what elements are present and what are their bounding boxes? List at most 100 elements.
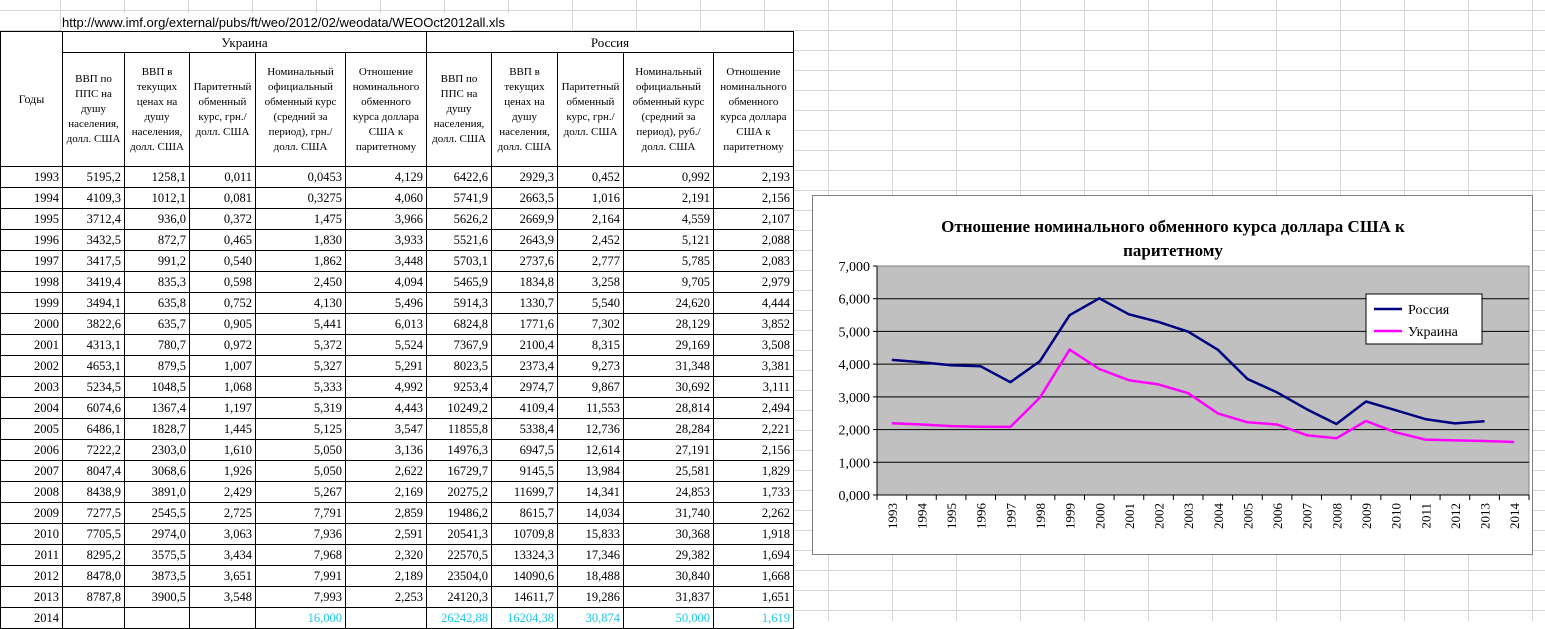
table-cell[interactable]: 4109,4 bbox=[491, 397, 558, 419]
table-cell[interactable]: 0,372 bbox=[189, 208, 256, 230]
table-cell[interactable]: 4653,1 bbox=[62, 355, 125, 377]
table-cell[interactable]: 3873,5 bbox=[124, 565, 190, 587]
table-cell[interactable]: 872,7 bbox=[124, 229, 190, 251]
table-cell[interactable]: 0,598 bbox=[189, 271, 256, 293]
year-cell[interactable]: 2008 bbox=[0, 481, 63, 503]
table-cell[interactable]: 4,443 bbox=[345, 397, 427, 419]
table-cell[interactable]: 1,926 bbox=[189, 460, 256, 482]
table-cell[interactable]: 12,736 bbox=[557, 418, 624, 440]
table-cell[interactable]: 8,315 bbox=[557, 334, 624, 356]
table-cell[interactable]: 3,548 bbox=[189, 586, 256, 608]
table-cell[interactable]: 3432,5 bbox=[62, 229, 125, 251]
table-cell[interactable]: 14976,3 bbox=[426, 439, 492, 461]
table-cell[interactable]: 2,189 bbox=[345, 565, 427, 587]
table-cell[interactable]: 3712,4 bbox=[62, 208, 125, 230]
table-cell[interactable]: 12,614 bbox=[557, 439, 624, 461]
table-cell[interactable]: 1,668 bbox=[713, 565, 794, 587]
year-cell[interactable]: 2006 bbox=[0, 439, 63, 461]
table-cell[interactable]: 6824,8 bbox=[426, 313, 492, 335]
table-cell[interactable]: 15,833 bbox=[557, 523, 624, 545]
table-cell[interactable]: 30,874 bbox=[557, 607, 624, 629]
table-cell[interactable]: 3494,1 bbox=[62, 292, 125, 314]
table-cell[interactable]: 991,2 bbox=[124, 250, 190, 272]
table-cell[interactable]: 1,445 bbox=[189, 418, 256, 440]
table-cell[interactable]: 3419,4 bbox=[62, 271, 125, 293]
table-cell[interactable]: 29,382 bbox=[623, 544, 714, 566]
table-cell[interactable]: 24120,3 bbox=[426, 586, 492, 608]
table-cell[interactable]: 2,429 bbox=[189, 481, 256, 503]
table-cell[interactable]: 6486,1 bbox=[62, 418, 125, 440]
table-cell[interactable]: 6074,6 bbox=[62, 397, 125, 419]
table-cell[interactable]: 1,007 bbox=[189, 355, 256, 377]
table-cell[interactable]: 835,3 bbox=[124, 271, 190, 293]
table-cell[interactable]: 9,867 bbox=[557, 376, 624, 398]
table-cell[interactable]: 2,083 bbox=[713, 250, 794, 272]
table-cell[interactable]: 5521,6 bbox=[426, 229, 492, 251]
table-cell[interactable]: 3,381 bbox=[713, 355, 794, 377]
column-header-ukraine-2[interactable]: ВВП в текущих ценах на душу населения, д… bbox=[124, 52, 190, 167]
table-cell[interactable]: 2,591 bbox=[345, 523, 427, 545]
column-header-russia-3[interactable]: Паритетный обменный курс, грн./долл. США bbox=[557, 52, 624, 167]
table-cell[interactable]: 7,791 bbox=[255, 502, 346, 524]
table-cell[interactable]: 6,013 bbox=[345, 313, 427, 335]
table-cell[interactable]: 3822,6 bbox=[62, 313, 125, 335]
table-cell[interactable]: 2974,0 bbox=[124, 523, 190, 545]
table-cell[interactable]: 4,060 bbox=[345, 187, 427, 209]
table-cell[interactable]: 5195,2 bbox=[62, 166, 125, 188]
table-cell[interactable]: 31,740 bbox=[623, 502, 714, 524]
table-cell[interactable]: 2100,4 bbox=[491, 334, 558, 356]
table-cell[interactable]: 16204,38 bbox=[491, 607, 558, 629]
table-cell[interactable]: 1834,8 bbox=[491, 271, 558, 293]
table-cell[interactable]: 3,651 bbox=[189, 565, 256, 587]
years-header[interactable]: Годы bbox=[0, 31, 63, 167]
table-cell[interactable]: 19486,2 bbox=[426, 502, 492, 524]
table-cell[interactable]: 3,448 bbox=[345, 250, 427, 272]
table-cell[interactable]: 2,191 bbox=[623, 187, 714, 209]
table-cell[interactable]: 30,692 bbox=[623, 376, 714, 398]
year-cell[interactable]: 1994 bbox=[0, 187, 63, 209]
table-cell[interactable]: 5465,9 bbox=[426, 271, 492, 293]
table-cell[interactable]: 6947,5 bbox=[491, 439, 558, 461]
table-cell[interactable]: 8787,8 bbox=[62, 586, 125, 608]
table-cell[interactable]: 4,129 bbox=[345, 166, 427, 188]
table-cell[interactable]: 31,348 bbox=[623, 355, 714, 377]
table-cell[interactable]: 7,968 bbox=[255, 544, 346, 566]
table-cell[interactable]: 7277,5 bbox=[62, 502, 125, 524]
table-cell[interactable]: 2,725 bbox=[189, 502, 256, 524]
table-cell[interactable]: 2,777 bbox=[557, 250, 624, 272]
table-cell[interactable]: 4,130 bbox=[255, 292, 346, 314]
table-cell[interactable]: 20275,2 bbox=[426, 481, 492, 503]
table-cell[interactable]: 4313,1 bbox=[62, 334, 125, 356]
table-cell[interactable]: 2663,5 bbox=[491, 187, 558, 209]
table-cell[interactable]: 3417,5 bbox=[62, 250, 125, 272]
table-cell[interactable]: 5,496 bbox=[345, 292, 427, 314]
table-cell[interactable]: 24,853 bbox=[623, 481, 714, 503]
year-cell[interactable]: 2003 bbox=[0, 376, 63, 398]
table-cell[interactable]: 1771,6 bbox=[491, 313, 558, 335]
table-cell[interactable]: 14090,6 bbox=[491, 565, 558, 587]
table-cell[interactable]: 1,830 bbox=[255, 229, 346, 251]
table-cell[interactable]: 0,452 bbox=[557, 166, 624, 188]
year-cell[interactable]: 1999 bbox=[0, 292, 63, 314]
table-cell[interactable]: 936,0 bbox=[124, 208, 190, 230]
column-header-russia-5[interactable]: Отношение номинального обменного курса д… bbox=[713, 52, 794, 167]
table-cell[interactable]: 5,050 bbox=[255, 439, 346, 461]
table-cell[interactable]: 11,553 bbox=[557, 397, 624, 419]
table-cell[interactable]: 2545,5 bbox=[124, 502, 190, 524]
table-cell[interactable]: 2,859 bbox=[345, 502, 427, 524]
table-cell[interactable]: 3,933 bbox=[345, 229, 427, 251]
table-cell[interactable]: 11855,8 bbox=[426, 418, 492, 440]
table-cell[interactable]: 11699,7 bbox=[491, 481, 558, 503]
year-cell[interactable]: 1995 bbox=[0, 208, 63, 230]
column-header-russia-2[interactable]: ВВП в текущих ценах на душу населения, д… bbox=[491, 52, 558, 167]
table-cell[interactable]: 5,125 bbox=[255, 418, 346, 440]
table-cell[interactable]: 2737,6 bbox=[491, 250, 558, 272]
table-cell[interactable]: 2,452 bbox=[557, 229, 624, 251]
table-cell[interactable]: 2,164 bbox=[557, 208, 624, 230]
table-cell[interactable]: 2974,7 bbox=[491, 376, 558, 398]
year-cell[interactable]: 2014 bbox=[0, 607, 63, 629]
table-cell[interactable]: 28,129 bbox=[623, 313, 714, 335]
table-cell[interactable]: 9,705 bbox=[623, 271, 714, 293]
table-cell[interactable]: 3,508 bbox=[713, 334, 794, 356]
year-cell[interactable]: 2005 bbox=[0, 418, 63, 440]
